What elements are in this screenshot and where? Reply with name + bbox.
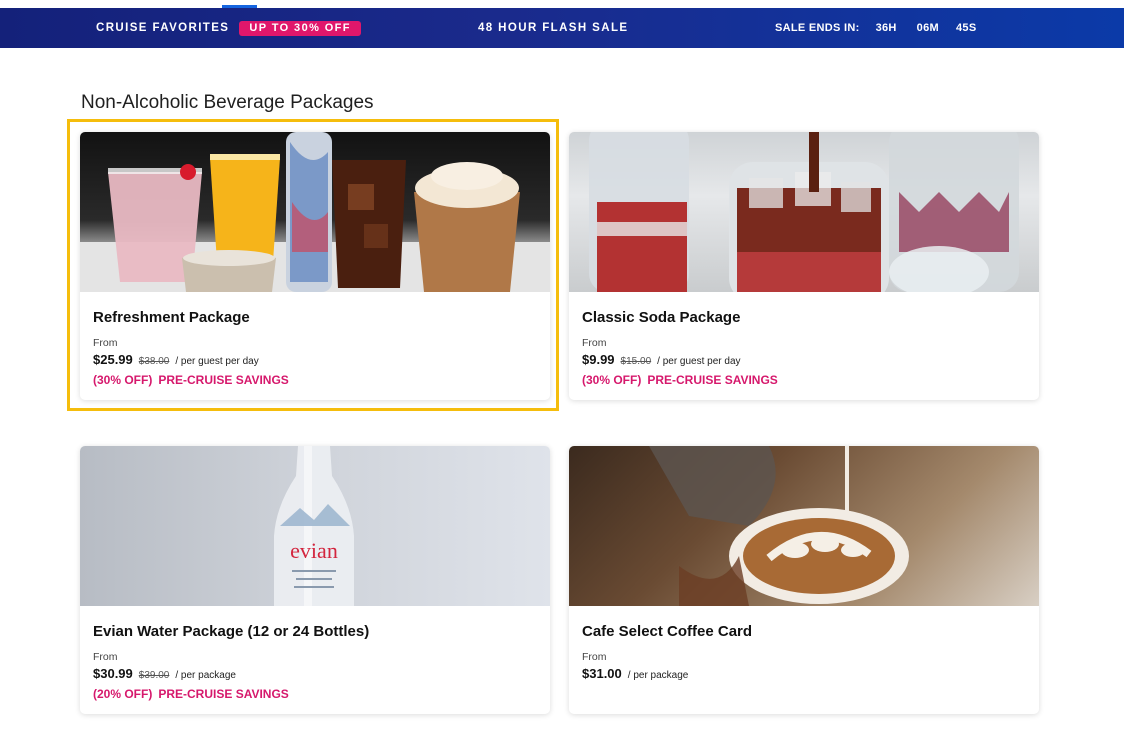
package-name: Cafe Select Coffee Card [582,623,753,640]
package-name: Classic Soda Package [582,309,741,326]
original-price: $39.00 [138,670,170,681]
discount-badge: UP TO 30% OFF [239,20,361,36]
savings-line: (20% OFF) PRE-CRUISE SAVINGS [93,687,537,701]
beverages-illustration [80,132,550,292]
savings-label: PRE-CRUISE SAVINGS [158,687,289,701]
coffee-card-image [569,446,1039,606]
evian-package-image: evian [80,446,550,606]
sale-price: $9.99 [582,352,615,367]
classic-soda-package-image [569,132,1039,292]
package-name: Refreshment Package [93,309,250,326]
savings-label: PRE-CRUISE SAVINGS [647,373,778,387]
cruise-favorites-label: CRUISE FAVORITES [96,22,230,34]
flash-sale-label: 48 HOUR FLASH SALE [478,22,629,34]
evian-logo-text: evian [290,538,338,563]
discount-percent: (30% OFF) [582,373,642,387]
latte-art-illustration [649,446,909,606]
refreshment-package-image [80,132,550,292]
savings-line: (30% OFF) PRE-CRUISE SAVINGS [582,373,1026,387]
cruise-favorites-promo[interactable]: CRUISE FAVORITES UP TO 30% OFF [96,8,361,48]
soda-cups-illustration [589,132,1019,292]
discount-percent: (20% OFF) [93,687,153,701]
promo-banner[interactable]: CRUISE FAVORITES UP TO 30% OFF 48 HOUR F… [0,8,1124,48]
countdown-seconds: 45S [955,22,977,34]
price-unit: / per package [175,670,236,681]
evian-bottle-illustration: evian [274,446,354,606]
discount-percent: (30% OFF) [93,373,153,387]
package-card-evian-water[interactable]: evian Evian Water Package (12 or 24 Bott… [80,446,550,714]
savings-label: PRE-CRUISE SAVINGS [158,373,289,387]
price-from-label: From [93,337,118,349]
package-card-classic-soda[interactable]: Classic Soda Package From $9.99 $15.00 /… [569,132,1039,400]
savings-line: (30% OFF) PRE-CRUISE SAVINGS [93,373,537,387]
countdown-hours: 36H [875,22,897,34]
package-name: Evian Water Package (12 or 24 Bottles) [93,623,370,640]
original-price: $38.00 [138,356,170,367]
countdown-label: SALE ENDS IN: [775,22,860,34]
package-card-cafe-select[interactable]: Cafe Select Coffee Card From $31.00 / pe… [569,446,1039,714]
price-from-label: From [93,651,118,663]
sale-countdown: SALE ENDS IN: 36H 06M 45S [775,8,976,48]
price-unit: / per package [627,670,689,681]
original-price: $15.00 [620,356,652,367]
section-title: Non-Alcoholic Beverage Packages [81,92,374,113]
price-unit: / per guest per day [175,356,259,367]
sale-price: $25.99 [93,352,133,367]
sale-price: $30.99 [93,666,133,681]
price-from-label: From [582,651,607,663]
package-card-refreshment[interactable]: Refreshment Package From $25.99 $38.00 /… [80,132,550,400]
price-unit: / per guest per day [657,356,741,367]
price-from-label: From [582,337,607,349]
sale-price: $31.00 [582,666,622,681]
countdown-minutes: 06M [916,22,939,34]
